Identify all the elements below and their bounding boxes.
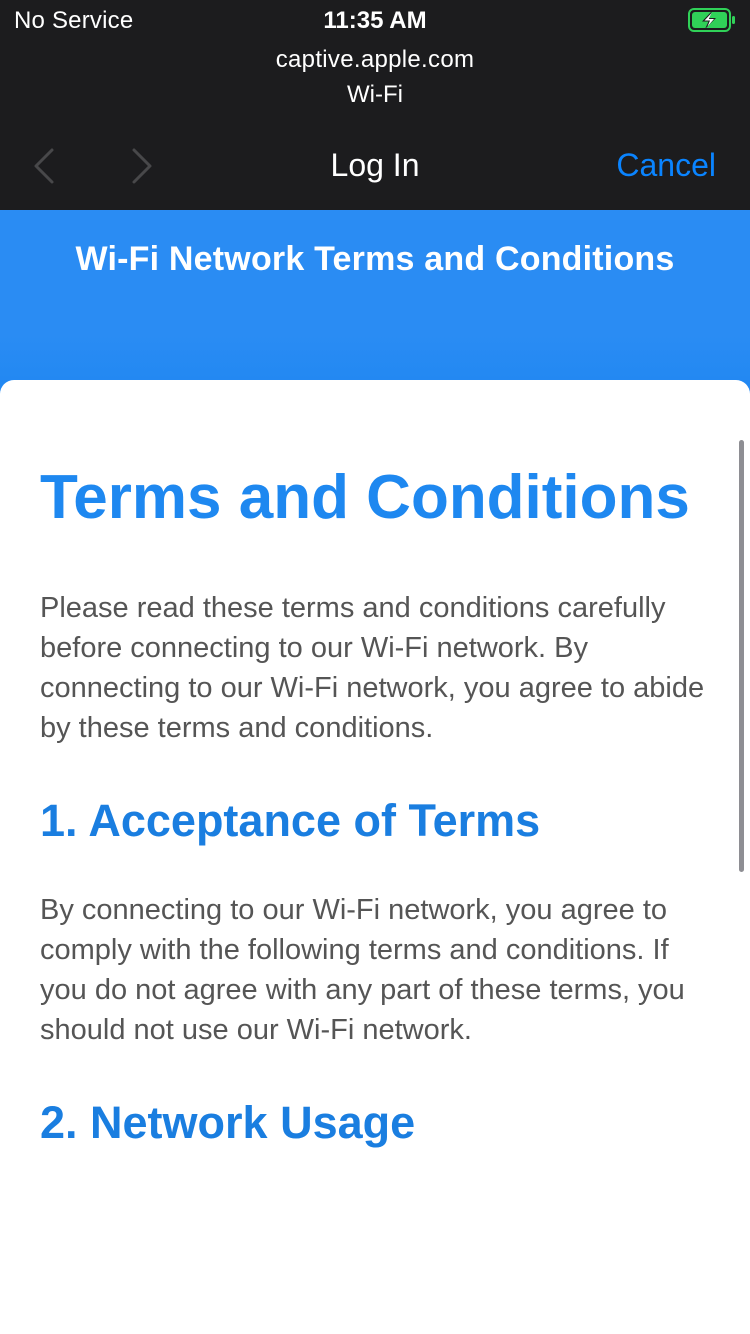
battery-charging-icon [688, 8, 736, 32]
web-view[interactable]: Wi-Fi Network Terms and Conditions Terms… [0, 210, 750, 1334]
content-card: Terms and Conditions Please read these t… [0, 380, 750, 1334]
banner-title: Wi-Fi Network Terms and Conditions [75, 240, 675, 278]
intro-paragraph: Please read these terms and conditions c… [40, 592, 705, 744]
status-bar: No Service 11:35 AM [0, 0, 750, 40]
captive-portal-screen: No Service 11:35 AM captive.apple.com Wi… [0, 0, 750, 1334]
terms-content: Terms and Conditions Please read these t… [40, 460, 708, 1150]
terms-heading: Terms and Conditions [40, 463, 690, 532]
section-heading: 1. Acceptance of Terms [40, 795, 541, 846]
portal-url: captive.apple.com [275, 46, 475, 73]
network-type-label: Wi-Fi [347, 81, 403, 108]
section-heading: 2. Network Usage [40, 1097, 416, 1148]
status-time: 11:35 AM [323, 7, 427, 34]
cancel-button[interactable]: Cancel [616, 147, 716, 184]
scrollbar[interactable] [739, 440, 744, 872]
section-paragraph: By connecting to our Wi-Fi network, you … [40, 894, 685, 1046]
